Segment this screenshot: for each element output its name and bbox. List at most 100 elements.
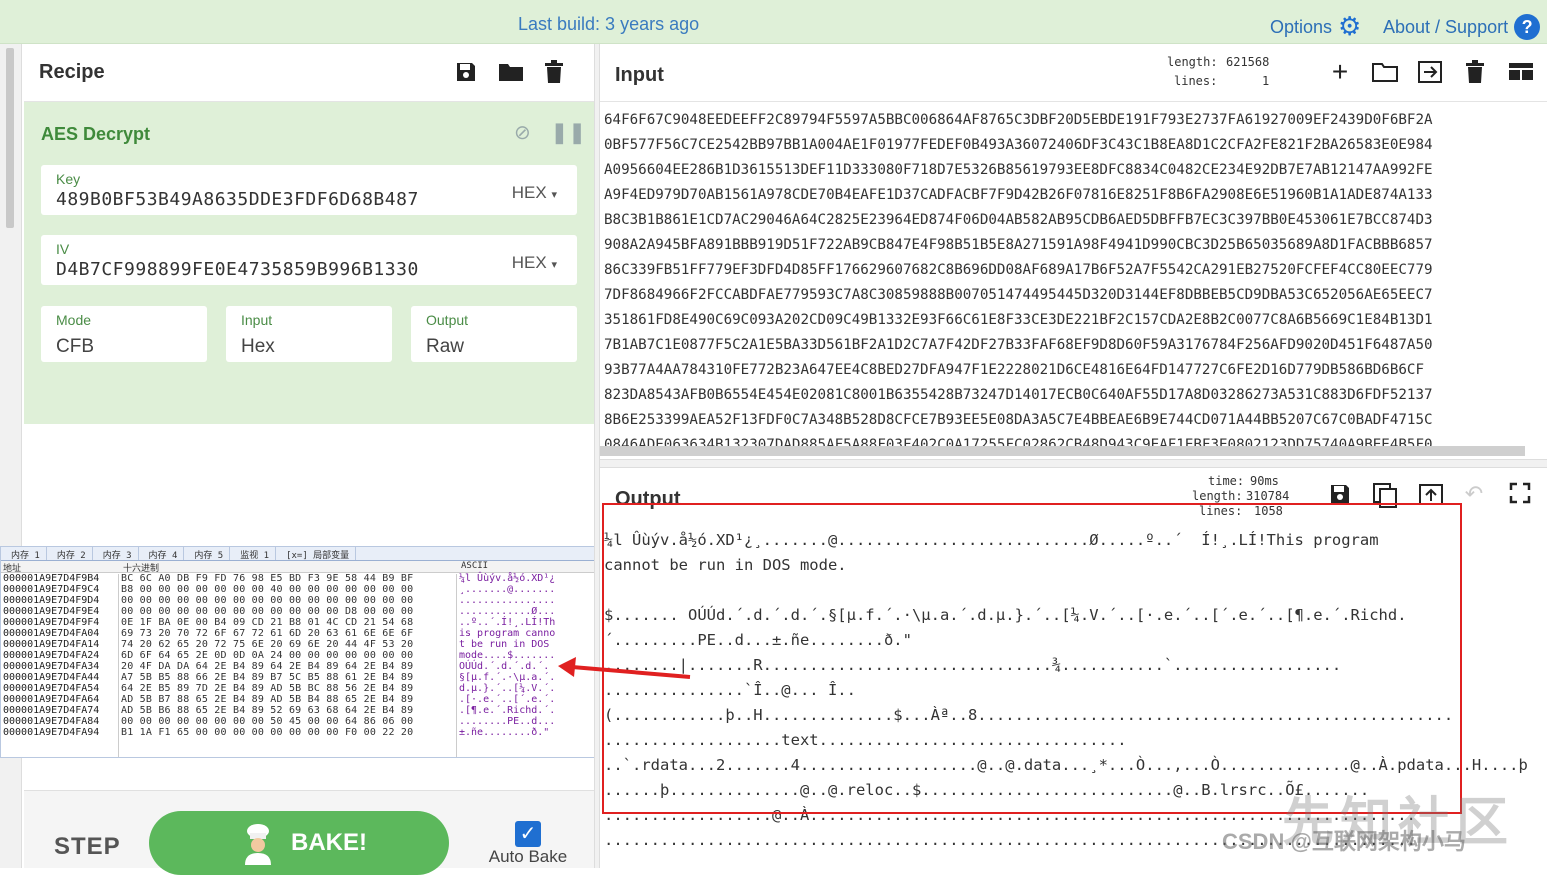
auto-bake-toggle[interactable]: ✓ Auto Bake	[488, 821, 568, 867]
memory-row[interactable]: 000001A9E7D4FA44 A7 5B B5 88 66 2E B4 89 …	[1, 672, 599, 683]
memory-row[interactable]: 000001A9E7D4FA24 6D 6F 64 65 2E 0D 0D 0A …	[1, 650, 599, 661]
output-line: ...................text.................…	[604, 731, 1127, 749]
tab-memory-4[interactable]: 内存 4	[143, 547, 185, 561]
mode-label: Mode	[56, 312, 92, 328]
replace-input-icon[interactable]	[1418, 482, 1443, 506]
key-format-dropdown[interactable]: HEX ▾	[512, 183, 557, 203]
clear-recipe-trash-icon[interactable]	[542, 60, 566, 84]
memory-addr: 000001A9E7D4F9C4	[3, 584, 100, 595]
memory-row[interactable]: 000001A9E7D4FA54 64 2E B5 89 7D 2E B4 89 …	[1, 683, 599, 694]
input-length-label: length:	[1167, 55, 1218, 69]
output-lines-value: 1058	[1254, 504, 1283, 518]
input-format-label: Input	[241, 312, 273, 328]
input-textarea[interactable]: 64F6F67C9048EEDEEFF2C89794F5597A5BBC0068…	[604, 108, 1539, 458]
memory-row[interactable]: 000001A9E7D4F9E4 00 00 00 00 00 00 00 00 …	[1, 606, 599, 617]
undo-icon[interactable]: ↶	[1462, 482, 1486, 506]
pause-operation-icon[interactable]: ❚❚	[551, 120, 587, 145]
options-link[interactable]: Options ⚙	[1270, 11, 1364, 41]
iv-format-dropdown[interactable]: HEX ▾	[512, 253, 557, 273]
aes-decrypt-operation[interactable]: AES Decrypt ⊘ ❚❚ Key 489B0BF53B49A8635DD…	[24, 102, 594, 424]
operation-title: AES Decrypt	[41, 124, 151, 144]
save-output-icon[interactable]	[1328, 482, 1352, 506]
input-pane: Input length: 621568 lines: 1 + 64F6F67C…	[600, 44, 1547, 459]
save-recipe-icon[interactable]	[454, 60, 478, 84]
memory-ascii: §[µ.f.´.·\µ.a.´.	[459, 672, 556, 683]
gear-icon: ⚙	[1338, 11, 1362, 41]
clear-input-trash-icon[interactable]	[1463, 60, 1487, 84]
bake-label: BAKE!	[291, 829, 367, 856]
memory-row[interactable]: 000001A9E7D4FA94 B1 1A F1 65 00 00 00 00 …	[1, 727, 599, 738]
memory-bytes: BC 6C A0 DB F9 FD 76 98 E5 BD F3 9E 58 4…	[121, 573, 414, 584]
memory-ascii: OÚÚd.´.d.´.d.´.	[459, 661, 550, 672]
memory-row[interactable]: 000001A9E7D4FA74 AD 5B B6 88 65 2E B4 89 …	[1, 705, 599, 716]
mode-value: CFB	[56, 336, 94, 357]
memory-row[interactable]: 000001A9E7D4FA64 AD 5B B7 88 65 2E B4 89 …	[1, 694, 599, 705]
horizontal-scrollbar[interactable]	[600, 446, 1525, 456]
top-banner: Last build: 3 years ago Options ⚙ About …	[0, 0, 1547, 44]
output-line: ...............`Î..@... Î..	[604, 681, 856, 699]
output-line: ..`.rdata...2.......4...................…	[604, 756, 1528, 774]
input-line: 86C339FB51FF779EF3DFD4D85FF176629607682C…	[604, 262, 1433, 278]
disable-operation-icon[interactable]: ⊘	[514, 120, 531, 145]
input-line: 351861FD8E490C69C093A202CD09C49B1332E93F…	[604, 312, 1433, 328]
memory-column-headers: 地址 十六进制 ASCII	[1, 561, 599, 574]
memory-row[interactable]: 000001A9E7D4F9B4 BC 6C A0 DB F9 FD 76 98 …	[1, 573, 599, 584]
memory-addr: 000001A9E7D4F9B4	[3, 573, 100, 584]
memory-addr: 000001A9E7D4FA64	[3, 694, 100, 705]
tab-locals[interactable]: [x=] 局部变量	[280, 547, 357, 561]
io-resize-handle[interactable]	[600, 459, 1547, 468]
iv-field[interactable]: IV D4B7CF998899FE0E4735859B996B1330 HEX …	[41, 235, 577, 285]
bake-bar: STEP BAKE! ✓ Auto Bake	[24, 790, 594, 875]
input-line: 64F6F67C9048EEDEEFF2C89794F5597A5BBC0068…	[604, 112, 1433, 128]
output-format-select[interactable]: Output Raw	[411, 306, 577, 362]
memory-row[interactable]: 000001A9E7D4FA84 00 00 00 00 00 00 00 00 …	[1, 716, 599, 727]
output-format-value: Raw	[426, 336, 465, 357]
add-input-tab-icon[interactable]: +	[1328, 58, 1352, 86]
memory-ascii: t be run in DOS	[459, 639, 550, 650]
bake-button[interactable]: BAKE!	[149, 811, 449, 875]
open-file-icon[interactable]	[1416, 60, 1442, 84]
output-line: ¼l Ûùýv.å½ó.XD¹¿¸.......@...............…	[604, 531, 1379, 549]
iv-value[interactable]: D4B7CF998899FE0E4735859B996B1330	[56, 259, 419, 280]
step-button[interactable]: STEP	[54, 833, 121, 861]
mode-select[interactable]: Mode CFB	[41, 306, 207, 362]
memory-ascii: ..º..´.Í!¸.LÍ!Th	[459, 617, 556, 628]
key-value[interactable]: 489B0BF53B49A8635DDE3FDF6D68B487	[56, 189, 419, 210]
memory-ascii: .[¶.e.´.Richd.´.	[459, 705, 556, 716]
iv-label: IV	[56, 241, 70, 257]
open-folder-icon[interactable]	[1372, 60, 1398, 84]
memory-row[interactable]: 000001A9E7D4F9D4 00 00 00 00 00 00 00 00 …	[1, 595, 599, 606]
options-label: Options	[1270, 16, 1333, 37]
key-field[interactable]: Key 489B0BF53B49A8635DDE3FDF6D68B487 HEX…	[41, 165, 577, 215]
tab-memory-2[interactable]: 内存 2	[51, 547, 93, 561]
tab-watch-1[interactable]: 监视 1	[234, 547, 277, 561]
load-recipe-folder-icon[interactable]	[498, 60, 523, 84]
scrollbar-thumb[interactable]	[6, 48, 14, 228]
memory-row[interactable]: 000001A9E7D4FA04 69 73 20 70 72 6F 67 72 …	[1, 628, 599, 639]
memory-row[interactable]: 000001A9E7D4FA14 74 20 62 65 20 72 75 6E …	[1, 639, 599, 650]
memory-bytes: 00 00 00 00 00 00 00 00 00 00 00 00 00 0…	[121, 595, 414, 606]
output-textarea[interactable]: ¼l Ûùýv.å½ó.XD¹¿¸.......@...............…	[604, 528, 1544, 868]
input-format-select[interactable]: Input Hex	[226, 306, 392, 362]
memory-addr: 000001A9E7D4FA84	[3, 716, 100, 727]
input-line: 8B6E253399AEA52F13FDF0C7A348B528D8CFCE7B…	[604, 412, 1433, 428]
memory-ascii: ............Ø...	[459, 606, 556, 617]
input-header: Input length: 621568 lines: 1 +	[600, 44, 1547, 102]
tab-memory-1[interactable]: 内存 1	[5, 547, 47, 561]
input-line: 93B77A4AA784310FE772B23A647EE4C8BED27DFA…	[604, 362, 1424, 378]
reset-layout-icon[interactable]	[1508, 60, 1533, 84]
memory-row[interactable]: 000001A9E7D4F9C4 B8 00 00 00 00 00 00 00 …	[1, 584, 599, 595]
memory-row[interactable]: 000001A9E7D4FA34 20 4F DA DA 64 2E B4 89 …	[1, 661, 599, 672]
about-support-link[interactable]: About / Support ?	[1383, 14, 1541, 40]
memory-row[interactable]: 000001A9E7D4F9F4 0E 1F BA 0E 00 B4 09 CD …	[1, 617, 599, 628]
recipe-toolbar	[454, 60, 566, 84]
checkbox-checked-icon[interactable]: ✓	[515, 821, 541, 847]
maximize-icon[interactable]	[1508, 482, 1532, 506]
copy-output-icon[interactable]	[1372, 482, 1397, 508]
tab-memory-3[interactable]: 内存 3	[97, 547, 139, 561]
memory-addr: 000001A9E7D4F9E4	[3, 606, 100, 617]
input-length-value: 621568	[1226, 55, 1270, 69]
tab-memory-5[interactable]: 内存 5	[188, 547, 231, 561]
memory-ascii: ¸.......@.......	[459, 584, 556, 595]
input-line: 7B1AB7C1E0877F5C2A1E5BA33D561BF2A1D2C7A7…	[604, 337, 1433, 353]
